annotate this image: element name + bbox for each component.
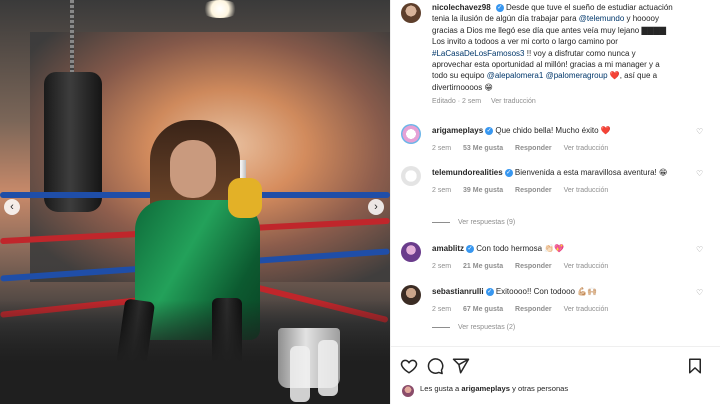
likes-suffix[interactable]: y otras personas <box>512 384 568 393</box>
comment-like-heart-icon[interactable]: ♡ <box>696 288 703 297</box>
emoji-block: ▇▇▇▇ <box>641 25 667 35</box>
comment-likes[interactable]: 21 Me gusta <box>463 263 503 270</box>
post-action-bar <box>390 346 720 386</box>
replies-dash <box>432 221 450 223</box>
comment-like-heart-icon[interactable]: ♡ <box>696 169 703 178</box>
author-avatar[interactable] <box>401 3 421 23</box>
view-replies-sebastianrulli[interactable]: Ver respuestas (2) <box>432 324 515 331</box>
mention-telemundo[interactable]: @telemundo <box>579 14 624 23</box>
view-replies-label[interactable]: Ver respuestas (2) <box>458 324 515 331</box>
comment-meta: 2 sem 21 Me gusta Responder Ver traducci… <box>432 261 674 272</box>
comment-username[interactable]: telemundorealities <box>432 168 503 177</box>
heart-icon[interactable] <box>400 357 418 375</box>
water-bottle-right <box>318 340 338 396</box>
comment-meta: 2 sem 67 Me gusta Responder Ver traducci… <box>432 304 674 315</box>
reply-button[interactable]: Responder <box>515 187 552 194</box>
bag-chain <box>70 0 74 74</box>
comment-meta: 2 sem 39 Me gusta Responder Ver traducci… <box>432 185 674 196</box>
caption-part-3: Los invito a todoos a ver mi corto o lar… <box>432 37 618 47</box>
reply-button[interactable]: Responder <box>515 306 552 313</box>
comment-username[interactable]: arigameplays <box>432 126 483 135</box>
smile-emoji: 😁 <box>484 82 493 92</box>
bookmark-icon[interactable] <box>686 357 704 375</box>
caption-time: 2 sem <box>461 98 482 106</box>
comment-username[interactable]: amablitz <box>432 244 464 253</box>
comment-time: 2 sem <box>432 306 452 313</box>
stage-light <box>200 0 240 18</box>
comment-emoji: 💪🏼🙌🏼 <box>577 287 598 296</box>
translation-link[interactable]: Ver traducción <box>564 306 609 313</box>
likes-summary[interactable]: Les gusta a arigameplays y otras persona… <box>420 384 568 393</box>
hashtag-link[interactable]: #LaCasaDeLosFamosos3 <box>432 49 525 58</box>
post-caption: nicolechavez98 ✓ Desde que tuve el sueño … <box>432 2 674 108</box>
comment-likes[interactable]: 39 Me gusta <box>463 187 503 194</box>
comment-like-heart-icon[interactable]: ♡ <box>696 127 703 136</box>
comment-amablitz: amablitz ✓ Con todo hermosa 👏🏻💖 2 sem 21 … <box>432 243 674 272</box>
comment-time: 2 sem <box>432 263 452 270</box>
comment-text: Bienvenida a esta maravillosa aventura! <box>514 168 657 177</box>
likes-avatar[interactable] <box>402 385 414 397</box>
share-icon[interactable] <box>452 357 470 375</box>
comment-telemundorealities: telemundorealities ✓ Bienvenida a esta ma… <box>432 167 674 196</box>
post-photo[interactable]: ‹ › <box>0 0 390 404</box>
comment-text: Con todo hermosa <box>476 244 543 253</box>
mention-alepalomera[interactable]: @alepalomera1 <box>487 71 544 80</box>
chevron-right-icon[interactable]: › <box>368 199 384 215</box>
mention-palomeragroup[interactable]: @palomeragroup <box>546 71 608 80</box>
comment-avatar-arigameplays[interactable] <box>401 124 421 144</box>
translation-link[interactable]: Ver traducción <box>564 263 609 270</box>
reply-button[interactable]: Responder <box>515 145 552 152</box>
heart-emoji: ❤️ <box>609 71 620 81</box>
comment-emoji: 👏🏻💖 <box>544 244 565 253</box>
comment-time: 2 sem <box>432 187 452 194</box>
view-replies-telemundorealities[interactable]: Ver respuestas (9) <box>432 219 515 226</box>
comment-avatar-sebastianrulli[interactable] <box>401 285 421 305</box>
comment-avatar-amablitz[interactable] <box>401 242 421 262</box>
comment-like-heart-icon[interactable]: ♡ <box>696 245 703 254</box>
comment-text: Que chido bella! Mucho éxito <box>495 126 599 135</box>
likes-user[interactable]: arigameplays <box>461 384 510 393</box>
comment-time: 2 sem <box>432 145 452 152</box>
comment-username[interactable]: sebastianrulli <box>432 287 484 296</box>
caption-translation-link[interactable]: Ver traducción <box>491 98 536 105</box>
caption-meta: Editado · 2 sem Ver traducción <box>432 98 536 106</box>
boxing-glove <box>228 178 262 218</box>
comment-emoji: ❤️ <box>600 126 611 135</box>
verified-badge-icon: ✓ <box>485 126 494 135</box>
translation-link[interactable]: Ver traducción <box>564 187 609 194</box>
reply-button[interactable]: Responder <box>515 263 552 270</box>
comment-likes[interactable]: 53 Me gusta <box>463 145 503 152</box>
author-username[interactable]: nicolechavez98 <box>432 3 491 12</box>
water-bottle-left <box>290 346 310 402</box>
person-face <box>170 140 216 198</box>
instagram-post-modal: ‹ › nicolechavez98 ✓ Desde que tuve el su… <box>0 0 720 404</box>
verified-badge-icon: ✓ <box>495 3 504 12</box>
comment-arigameplays: arigameplays ✓ Que chido bella! Mucho éxi… <box>432 125 674 154</box>
translation-link[interactable]: Ver traducción <box>564 145 609 152</box>
comment-sebastianrulli: sebastianrulli ✓ Exitoooo!! Con todooo 💪🏼… <box>432 286 674 315</box>
verified-badge-icon: ✓ <box>485 287 494 296</box>
chevron-left-icon[interactable]: ‹ <box>4 199 20 215</box>
comment-emoji: 😁 <box>659 168 668 177</box>
comment-text: Exitoooo!! Con todooo <box>495 287 575 296</box>
replies-dash <box>432 326 450 328</box>
comment-icon[interactable] <box>426 357 444 375</box>
verified-badge-icon: ✓ <box>466 244 475 253</box>
comment-likes[interactable]: 67 Me gusta <box>463 306 503 313</box>
edited-label: Editado <box>432 98 456 106</box>
comment-avatar-telemundorealities[interactable] <box>401 166 421 186</box>
punching-bag <box>44 72 102 212</box>
view-replies-label[interactable]: Ver respuestas (9) <box>458 219 515 226</box>
likes-prefix: Les gusta a <box>420 384 460 393</box>
verified-badge-icon: ✓ <box>504 168 513 177</box>
comment-meta: 2 sem 53 Me gusta Responder Ver traducci… <box>432 143 674 154</box>
